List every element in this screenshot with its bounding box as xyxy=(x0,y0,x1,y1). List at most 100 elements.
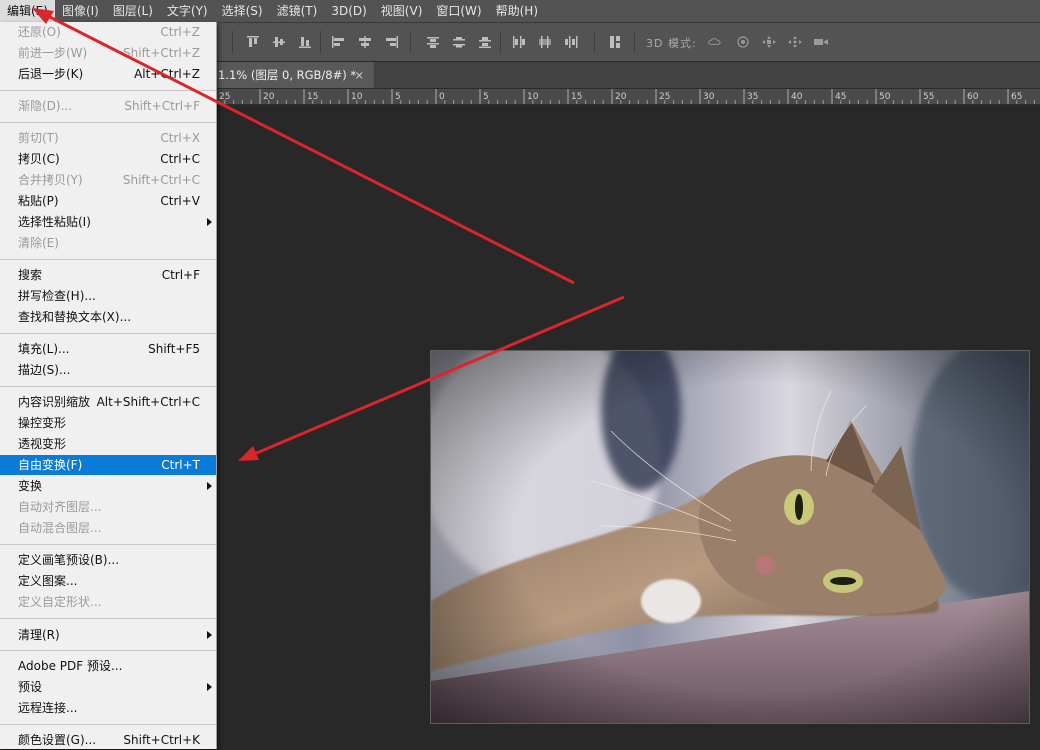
menu-separator xyxy=(0,724,216,725)
toolbar-separator xyxy=(410,31,411,53)
3d-slide-icon[interactable] xyxy=(788,36,802,48)
menu-image[interactable]: 图像(I) xyxy=(55,0,106,22)
menu-item-step-forward[interactable]: 前进一步(W) Shift+Ctrl+Z xyxy=(0,43,216,63)
menu-item-find-replace[interactable]: 查找和替换文本(X)... xyxy=(0,307,216,327)
menu-item-remote-connections[interactable]: 远程连接... xyxy=(0,698,216,718)
align-vcenter-icon[interactable] xyxy=(272,36,286,48)
ruler-label: 10 xyxy=(527,92,539,102)
ruler-label: 40 xyxy=(791,92,803,102)
menu-item-fade[interactable]: 渐隐(D)... Shift+Ctrl+F xyxy=(0,96,216,116)
menu-separator xyxy=(0,386,216,387)
toolbar-separator xyxy=(594,31,595,53)
menu-item-define-brush[interactable]: 定义画笔预设(B)... xyxy=(0,550,216,570)
menu-separator xyxy=(0,122,216,123)
3d-pan-icon[interactable] xyxy=(762,36,776,48)
ruler-label: 50 xyxy=(879,92,891,102)
ruler-label: 10 xyxy=(351,92,363,102)
menu-separator xyxy=(0,90,216,91)
menu-item-perspective-warp[interactable]: 透视变形 xyxy=(0,434,216,454)
ruler-label: 5 xyxy=(483,92,489,102)
align-bottom-icon[interactable] xyxy=(298,36,312,48)
ruler-label: 20 xyxy=(615,92,627,102)
menu-item-define-shape[interactable]: 定义自定形状... xyxy=(0,592,216,612)
3d-camera-icon[interactable] xyxy=(814,36,828,48)
align-right-icon[interactable] xyxy=(384,36,398,48)
menu-view[interactable]: 视图(V) xyxy=(374,0,430,22)
submenu-arrow-icon xyxy=(207,631,212,639)
menu-item-paste[interactable]: 粘贴(P) Ctrl+V xyxy=(0,191,216,211)
menu-layer[interactable]: 图层(L) xyxy=(106,0,160,22)
ruler-label: 20 xyxy=(263,92,275,102)
menu-edit[interactable]: 编辑(E) xyxy=(0,0,55,22)
toolbar-separator xyxy=(320,31,321,53)
menu-item-auto-blend-layers[interactable]: 自动混合图层... xyxy=(0,518,216,538)
submenu-arrow-icon xyxy=(207,218,212,226)
ruler-label: 45 xyxy=(835,92,846,102)
close-icon[interactable]: × xyxy=(354,62,364,88)
menu-item-copy-merged[interactable]: 合并拷贝(Y) Shift+Ctrl+C xyxy=(0,170,216,190)
align-top-icon[interactable] xyxy=(246,36,260,48)
menu-separator xyxy=(0,333,216,334)
menu-separator xyxy=(0,618,216,619)
menu-bar: 编辑(E) 图像(I) 图层(L) 文字(Y) 选择(S) 滤镜(T) 3D(D… xyxy=(0,0,1040,23)
menu-item-define-pattern[interactable]: 定义图案... xyxy=(0,571,216,591)
cat-photo xyxy=(430,350,1030,724)
menu-item-paste-special[interactable]: 选择性粘贴(I) xyxy=(0,212,216,232)
menu-separator xyxy=(0,544,216,545)
menu-select[interactable]: 选择(S) xyxy=(215,0,270,22)
distribute-top-icon[interactable] xyxy=(426,36,440,48)
distribute-bottom-icon[interactable] xyxy=(478,36,492,48)
menu-separator xyxy=(0,650,216,651)
auto-align-icon[interactable] xyxy=(608,36,622,48)
menu-item-presets[interactable]: 预设 xyxy=(0,677,216,697)
3d-roll-icon[interactable] xyxy=(736,36,750,48)
menu-item-stroke[interactable]: 描边(S)... xyxy=(0,360,216,380)
ruler-label: 60 xyxy=(967,92,979,102)
menu-filter[interactable]: 滤镜(T) xyxy=(270,0,325,22)
distribute-left-icon[interactable] xyxy=(512,36,526,48)
document-tab-title: 1.1% (图层 0, RGB/8#) * xyxy=(218,68,357,82)
menu-item-pdf-presets[interactable]: Adobe PDF 预设... xyxy=(0,656,216,676)
menu-item-purge[interactable]: 清理(R) xyxy=(0,625,216,645)
menu-item-free-transform[interactable]: 自由变换(F) Ctrl+T xyxy=(0,455,216,475)
menu-item-fill[interactable]: 填充(L)... Shift+F5 xyxy=(0,339,216,359)
distribute-hcenter-icon[interactable] xyxy=(538,36,552,48)
menu-help[interactable]: 帮助(H) xyxy=(489,0,545,22)
distribute-vcenter-icon[interactable] xyxy=(452,36,466,48)
menu-item-transform[interactable]: 变换 xyxy=(0,476,216,496)
edit-menu-dropdown: 还原(O) Ctrl+Z 前进一步(W) Shift+Ctrl+Z 后退一步(K) A… xyxy=(0,22,217,749)
ruler-label: 5 xyxy=(395,92,401,102)
ruler-label: 15 xyxy=(571,92,582,102)
ruler-label: 65 xyxy=(1011,92,1022,102)
menu-window[interactable]: 窗口(W) xyxy=(429,0,488,22)
document-tab[interactable]: 1.1% (图层 0, RGB/8#) * × xyxy=(214,62,374,88)
ruler-label: 15 xyxy=(307,92,318,102)
menu-item-color-settings[interactable]: 颜色设置(G)... Shift+Ctrl+K xyxy=(0,730,216,750)
ruler-label: 35 xyxy=(747,92,758,102)
menu-item-clear[interactable]: 清除(E) xyxy=(0,233,216,253)
menu-item-check-spelling[interactable]: 拼写检查(H)... xyxy=(0,286,216,306)
menu-3d[interactable]: 3D(D) xyxy=(324,0,373,22)
menu-type[interactable]: 文字(Y) xyxy=(160,0,215,22)
ruler-label: 30 xyxy=(703,92,715,102)
ruler-label: 55 xyxy=(923,92,934,102)
3d-mode-label: 3D 模式: xyxy=(646,37,697,50)
toolbar-separator xyxy=(634,31,635,53)
menu-item-undo[interactable]: 还原(O) Ctrl+Z xyxy=(0,22,216,42)
menu-item-auto-align-layers[interactable]: 自动对齐图层... xyxy=(0,497,216,517)
toolbar-separator xyxy=(232,31,233,53)
3d-orbit-icon[interactable] xyxy=(708,36,726,48)
menu-separator xyxy=(0,259,216,260)
menu-item-step-backward[interactable]: 后退一步(K) Alt+Ctrl+Z xyxy=(0,64,216,84)
menu-item-puppet-warp[interactable]: 操控变形 xyxy=(0,413,216,433)
align-left-icon[interactable] xyxy=(332,36,346,48)
ruler-label: 25 xyxy=(659,92,670,102)
distribute-right-icon[interactable] xyxy=(564,36,578,48)
menu-item-cut[interactable]: 剪切(T) Ctrl+X xyxy=(0,128,216,148)
menu-item-search[interactable]: 搜索 Ctrl+F xyxy=(0,265,216,285)
submenu-arrow-icon xyxy=(207,683,212,691)
ruler-label: 25 xyxy=(219,92,230,102)
menu-item-content-aware-scale[interactable]: 内容识别缩放 Alt+Shift+Ctrl+C xyxy=(0,392,216,412)
align-hcenter-icon[interactable] xyxy=(358,36,372,48)
menu-item-copy[interactable]: 拷贝(C) Ctrl+C xyxy=(0,149,216,169)
